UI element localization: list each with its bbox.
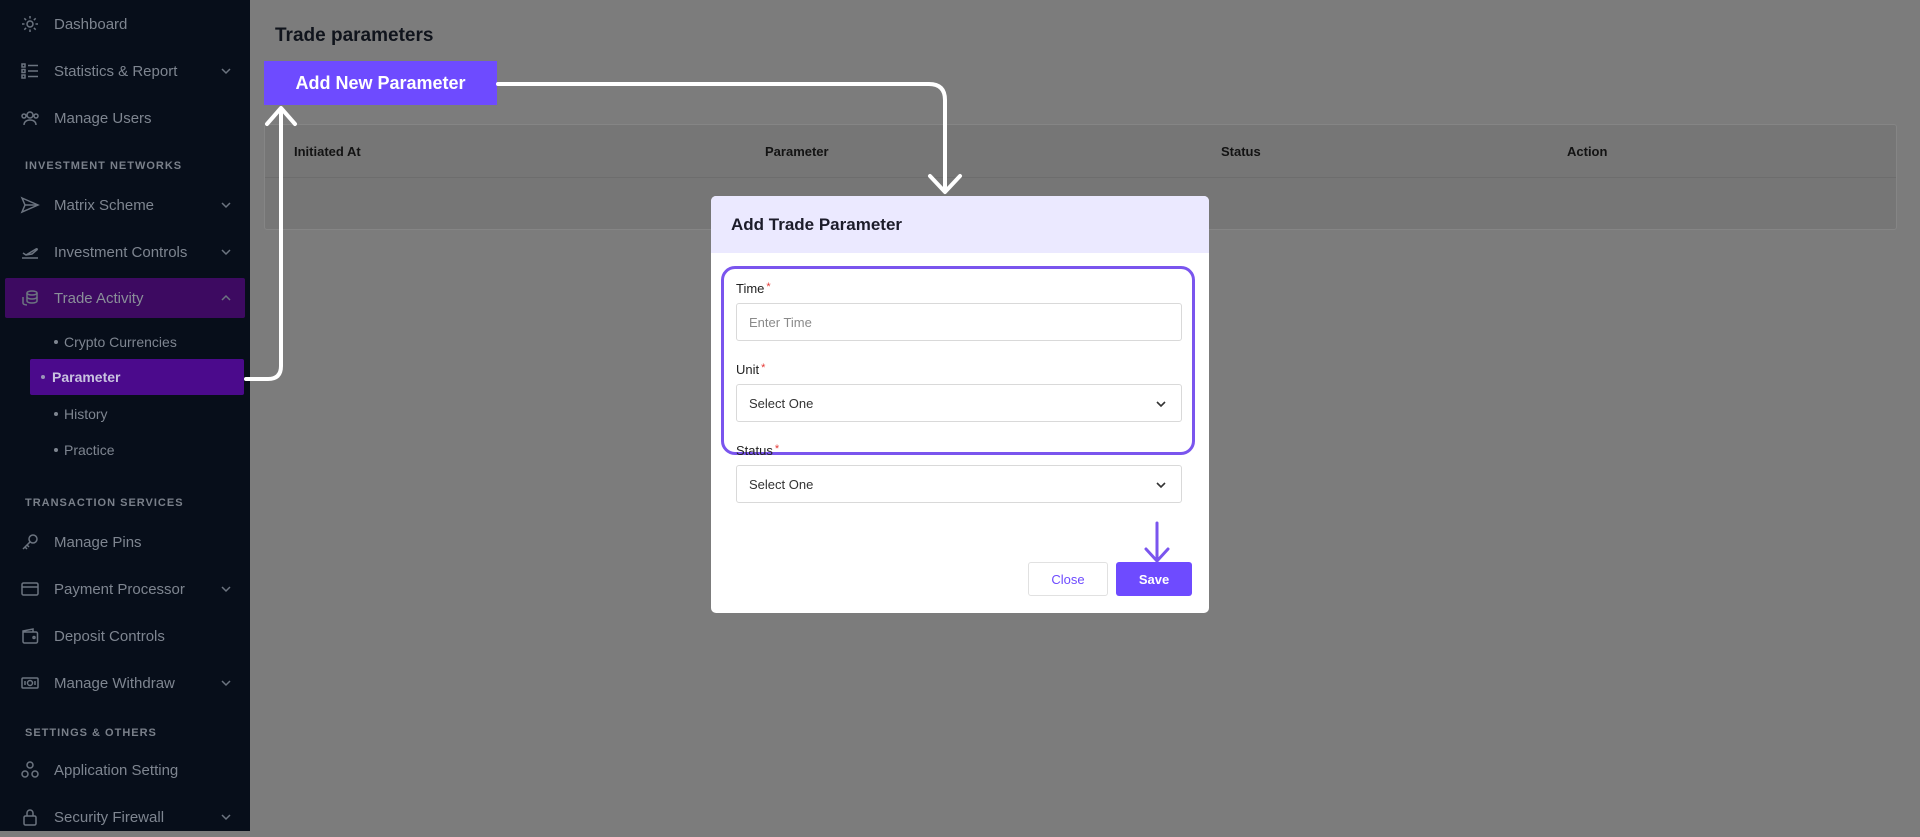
form-highlight-box [721,266,1195,455]
save-button[interactable]: Save [1116,562,1192,596]
unit-label-text: Unit [736,362,760,377]
sidebar-item-manage-users[interactable]: Manage Users [0,98,250,138]
unit-label: Unit * [736,362,765,377]
modal-title: Add Trade Parameter [731,215,903,234]
cash-icon [20,673,40,693]
wallet-icon [20,626,40,646]
add-new-parameter-button[interactable]: Add New Parameter [264,61,497,105]
sidebar-subitem-label: Parameter [52,369,121,385]
required-mark: * [761,362,766,374]
key-icon [20,532,40,552]
sidebar-item-label: Statistics & Report [54,62,178,80]
sidebar-subitem-label: History [64,406,108,422]
card-icon [20,579,40,599]
status-label: Status * [736,443,779,458]
table-header: Initiated At Parameter Status Action [265,125,1896,178]
sidebar-item-label: Trade Activity [54,289,144,307]
sidebar-subitem-label: Practice [64,442,115,458]
sidebar-item-label: Manage Pins [54,533,142,551]
close-button[interactable]: Close [1028,562,1108,596]
sidebar-item-manage-pins[interactable]: Manage Pins [0,522,250,562]
chevron-down-icon [1155,479,1167,491]
list-icon [20,61,40,81]
modal-header: Add Trade Parameter [711,196,1209,253]
section-title-transaction-services: TRANSACTION SERVICES [25,497,184,509]
sidebar-subitem-label: Crypto Currencies [64,334,177,350]
sidebar-item-application-setting[interactable]: Application Setting [0,750,250,790]
sidebar-subitem-crypto-currencies[interactable]: Crypto Currencies [30,325,244,359]
sidebar-item-label: Dashboard [54,15,128,33]
column-header-parameter: Parameter [765,144,829,159]
lock-icon [20,807,40,827]
sidebar-subitem-history[interactable]: History [30,397,244,431]
gear-icon [20,14,40,34]
chevron-down-icon [1155,398,1167,410]
chevron-down-icon [220,65,232,77]
column-header-status: Status [1221,144,1261,159]
bullet-icon [54,340,58,344]
status-select-value: Select One [749,477,814,492]
send-icon [20,195,40,215]
sidebar-item-label: Manage Withdraw [54,674,175,692]
add-trade-parameter-modal: Add Trade Parameter Time* Unit* Select O… [711,196,1209,613]
sidebar-item-label: Application Setting [54,761,179,779]
coins-icon [20,288,40,308]
chevron-up-icon [220,292,232,304]
chevron-down-icon [220,246,232,258]
chevron-down-icon [220,199,232,211]
sidebar-item-dashboard[interactable]: Dashboard [0,4,250,44]
bullet-icon [54,448,58,452]
bullet-icon [54,412,58,416]
sidebar-item-label: Matrix Scheme [54,196,155,214]
sidebar-subitem-practice[interactable]: Practice [30,433,244,467]
apps-icon [20,760,40,780]
section-title-investment-networks: INVESTMENT NETWORKS [25,160,183,172]
bullet-icon [41,375,45,379]
chevron-down-icon [220,677,232,689]
plane-icon [20,242,40,262]
sidebar-item-label: Payment Processor [54,580,185,598]
sidebar-item-label: Manage Users [54,109,152,127]
sidebar-item-investment-controls[interactable]: Investment Controls [0,232,250,272]
page-title: Trade parameters [275,25,434,46]
users-icon [20,108,40,128]
section-title-settings-others: SETTINGS & OTHERS [25,727,157,739]
sidebar-item-matrix-scheme[interactable]: Matrix Scheme [0,185,250,225]
required-mark: * [766,281,771,293]
column-header-action: Action [1567,144,1608,159]
sidebar-item-security-firewall[interactable]: Security Firewall [0,797,250,837]
sidebar: Dashboard Statistics & Report Manage Use… [0,0,250,831]
sidebar-item-deposit-controls[interactable]: Deposit Controls [0,616,250,656]
chevron-down-icon [220,583,232,595]
unit-select-value: Select One [749,396,814,411]
sidebar-item-statistics-report[interactable]: Statistics & Report [0,51,250,91]
sidebar-item-label: Investment Controls [54,243,188,261]
sidebar-item-label: Security Firewall [54,808,165,826]
status-select[interactable]: Select One [736,465,1182,503]
sidebar-item-trade-activity[interactable]: Trade Activity [5,278,245,318]
sidebar-item-payment-processor[interactable]: Payment Processor [0,569,250,609]
sidebar-item-label: Deposit Controls [54,627,165,645]
status-label-text: Status [736,443,773,458]
chevron-down-icon [220,811,232,823]
sidebar-item-manage-withdraw[interactable]: Manage Withdraw [0,663,250,703]
time-label-text: Time [736,281,765,296]
time-input[interactable] [736,303,1182,341]
unit-select[interactable]: Select One [736,384,1182,422]
sidebar-subitem-parameter[interactable]: Parameter [30,359,244,395]
column-header-initiated-at: Initiated At [294,144,361,159]
time-label: Time * [736,281,771,296]
required-mark: * [774,443,780,455]
